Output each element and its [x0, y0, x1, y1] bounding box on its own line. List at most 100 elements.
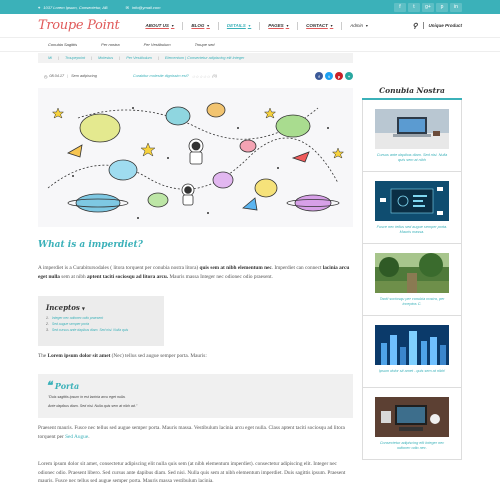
post-category[interactable]: Sem adipiscing: [71, 74, 97, 78]
main-nav: ABOUT US ▼ BLOG ▼ DETAILS ▼ PAGES ▼ CONTACT ▼…: [137, 21, 376, 30]
nav-item-pages[interactable]: PAGES ▼: [260, 21, 299, 30]
site-logo[interactable]: Troupe Point: [38, 18, 120, 33]
quote-icon: ❝: [46, 379, 52, 392]
paragraph: Lorem ipsum dolor sit amet, consectetur …: [38, 461, 346, 485]
linkedin-icon[interactable]: in: [450, 2, 462, 12]
workspace-image: [375, 397, 449, 437]
rating-count: (0): [212, 74, 217, 78]
envelope-icon: ✉: [125, 4, 129, 10]
card-caption[interactable]: Taciti sociosqu per conubia nostra, per …: [363, 297, 461, 307]
sidebar-card[interactable]: Fusce nec tellus sed augue semper porta.…: [362, 172, 462, 244]
chevron-down-icon: ▼: [170, 23, 175, 28]
card-thumbnail[interactable]: [375, 253, 449, 293]
quote-line: Ante dapibus diam. Sed nisi. Nulla quis …: [48, 404, 138, 408]
toc-item[interactable]: 3. Sed cursus ante dapibus diam. Sed nisi…: [46, 327, 156, 333]
divider: |: [67, 74, 69, 78]
sidebar-card[interactable]: Consectetur adipiscing elit Integer nec …: [362, 388, 462, 460]
card-caption[interactable]: Consectetur adipiscing elit Integer nec …: [363, 441, 461, 451]
subnav-item[interactable]: Per nostra: [101, 42, 119, 47]
chevron-down-icon: ▼: [365, 23, 369, 28]
paragraph: Praesent mauris. Fusce nec tellus sed au…: [38, 425, 345, 440]
map-pin-icon: ⌖: [38, 4, 41, 10]
breadcrumb-current: Elementum | Consectetur adipiscing elit …: [164, 56, 245, 60]
sidebar: Conubia Nostra Cursus ante dapibus diam.…: [362, 82, 462, 460]
header-right: ⚲ Unique Product: [412, 22, 462, 30]
sidebar-card[interactable]: Ipsum dolor sit amet - quis sem at nibh!: [362, 316, 462, 388]
article-heading: What is a imperdiet?: [38, 240, 143, 250]
card-caption[interactable]: Fusce nec tellus sed augue semper porta.…: [363, 225, 461, 235]
search-icon[interactable]: ⚲: [412, 22, 417, 30]
breadcrumb: Mi | Troupepoint | Molestus | Per Vestibulu…: [38, 53, 353, 63]
chevron-down-icon: ▼: [285, 23, 290, 28]
site-header: Troupe Point ABOUT US ▼ BLOG ▼ DETAILS ▼ PA…: [0, 14, 500, 38]
sidebar-card[interactable]: Taciti sociosqu per conubia nostra, per …: [362, 244, 462, 316]
card-thumbnail[interactable]: [375, 181, 449, 221]
star-rating[interactable]: ☆☆☆☆☆: [192, 74, 211, 79]
forest-image: [375, 253, 449, 293]
social-links: f t g+ p in: [392, 2, 462, 12]
breadcrumb-separator: |: [58, 56, 60, 60]
rating-label: Curabitur molestie dignissim est?: [132, 74, 189, 78]
hero-image: [38, 88, 353, 227]
facebook-share-icon[interactable]: f: [315, 72, 323, 80]
twitter-icon[interactable]: t: [408, 2, 420, 12]
post-meta: ◷ 08.04.17 | Sem adipiscing Curabitur mo…: [44, 71, 353, 81]
divider: [422, 22, 424, 29]
card-thumbnail[interactable]: [375, 325, 449, 365]
breadcrumb-separator: |: [119, 56, 121, 60]
email-item[interactable]: ✉ info@ymail.com: [126, 5, 161, 10]
subnav-item[interactable]: Conubia Sagittis: [48, 42, 77, 47]
dashboard-image: [375, 181, 449, 221]
card-thumbnail[interactable]: [375, 397, 449, 437]
laptop-desk-image: [375, 109, 449, 149]
post-date: 08.04.17: [49, 74, 65, 78]
breadcrumb-separator: |: [157, 56, 159, 60]
card-thumbnail[interactable]: [375, 109, 449, 149]
space-doodle-illustration: [47, 102, 345, 219]
breadcrumb-item[interactable]: Per Vestibulum: [126, 56, 152, 60]
nav-item-blog[interactable]: BLOG ▼: [183, 21, 219, 30]
article-body: What is a imperdiet? A imperdiet is a Cu…: [38, 240, 353, 281]
blockquote: ❝ Porta "Duis sagittis ipsum in est lacin…: [38, 374, 353, 418]
twitter-share-icon[interactable]: t: [325, 72, 333, 80]
card-caption[interactable]: Ipsum dolor sit amet - quis sem at nibh!: [369, 369, 455, 374]
nav-item-details[interactable]: DETAILS ▼: [219, 21, 261, 30]
chevron-down-icon: ▼: [81, 306, 85, 311]
sidebar-title: Conubia Nostra: [362, 82, 462, 100]
pinterest-icon[interactable]: p: [436, 2, 448, 12]
email-text[interactable]: info@ymail.com: [132, 5, 161, 10]
inline-link[interactable]: Sed Augue: [65, 434, 88, 440]
clock-icon: ◷: [44, 74, 48, 79]
nav-item-contact[interactable]: CONTACT ▼: [298, 21, 343, 30]
toc-list: 1. Integer nec odionec odio praesent 2. Se…: [46, 315, 156, 333]
sub-nav: Conubia Sagittis Per nostra Per Vestibul…: [0, 38, 500, 52]
admin-menu[interactable]: Admin ▼: [342, 22, 376, 30]
breadcrumb-item[interactable]: Mi: [48, 56, 52, 60]
unique-product-link[interactable]: Unique Product: [429, 23, 463, 28]
share-buttons: f t p +: [313, 72, 353, 80]
paragraph: A imperdiet is a Curabitursodales ( lito…: [38, 265, 350, 280]
address-item: ⌖ 1037 Lorem Ipsum, Consectetur, AB: [38, 5, 108, 10]
pinterest-share-icon[interactable]: p: [335, 72, 343, 80]
paragraph: The Lorem ipsum dolor sit amet (Nec) tel…: [38, 353, 207, 359]
breadcrumb-item[interactable]: Troupepoint: [65, 56, 85, 60]
more-share-icon[interactable]: +: [345, 72, 353, 80]
card-caption[interactable]: Cursus ante dapibus diam. Sed nisi. Null…: [363, 153, 461, 163]
city-graphs-image: [375, 325, 449, 365]
chevron-down-icon: ▼: [247, 23, 252, 28]
quote-title: ❝ Porta: [46, 379, 80, 392]
breadcrumb-item[interactable]: Molestus: [98, 56, 113, 60]
sidebar-card[interactable]: Cursus ante dapibus diam. Sed nisi. Null…: [362, 100, 462, 172]
google-plus-icon[interactable]: g+: [422, 2, 434, 12]
toc-title[interactable]: Inceptos ▼: [46, 303, 156, 312]
address-text: 1037 Lorem Ipsum, Consectetur, AB: [43, 4, 108, 10]
subnav-item[interactable]: Troupe sed: [195, 42, 215, 47]
nav-item-about[interactable]: ABOUT US ▼: [137, 21, 184, 30]
subnav-item[interactable]: Per Vestibulum: [144, 42, 171, 47]
chevron-down-icon: ▼: [206, 23, 210, 28]
facebook-icon[interactable]: f: [394, 2, 406, 12]
quote-line: "Duis sagittis ipsum in est lacinia arcu…: [48, 395, 126, 399]
breadcrumb-separator: |: [91, 56, 92, 60]
table-of-contents: Inceptos ▼ 1. Integer nec odionec odio pra…: [38, 296, 164, 346]
chevron-down-icon: ▼: [329, 23, 334, 28]
